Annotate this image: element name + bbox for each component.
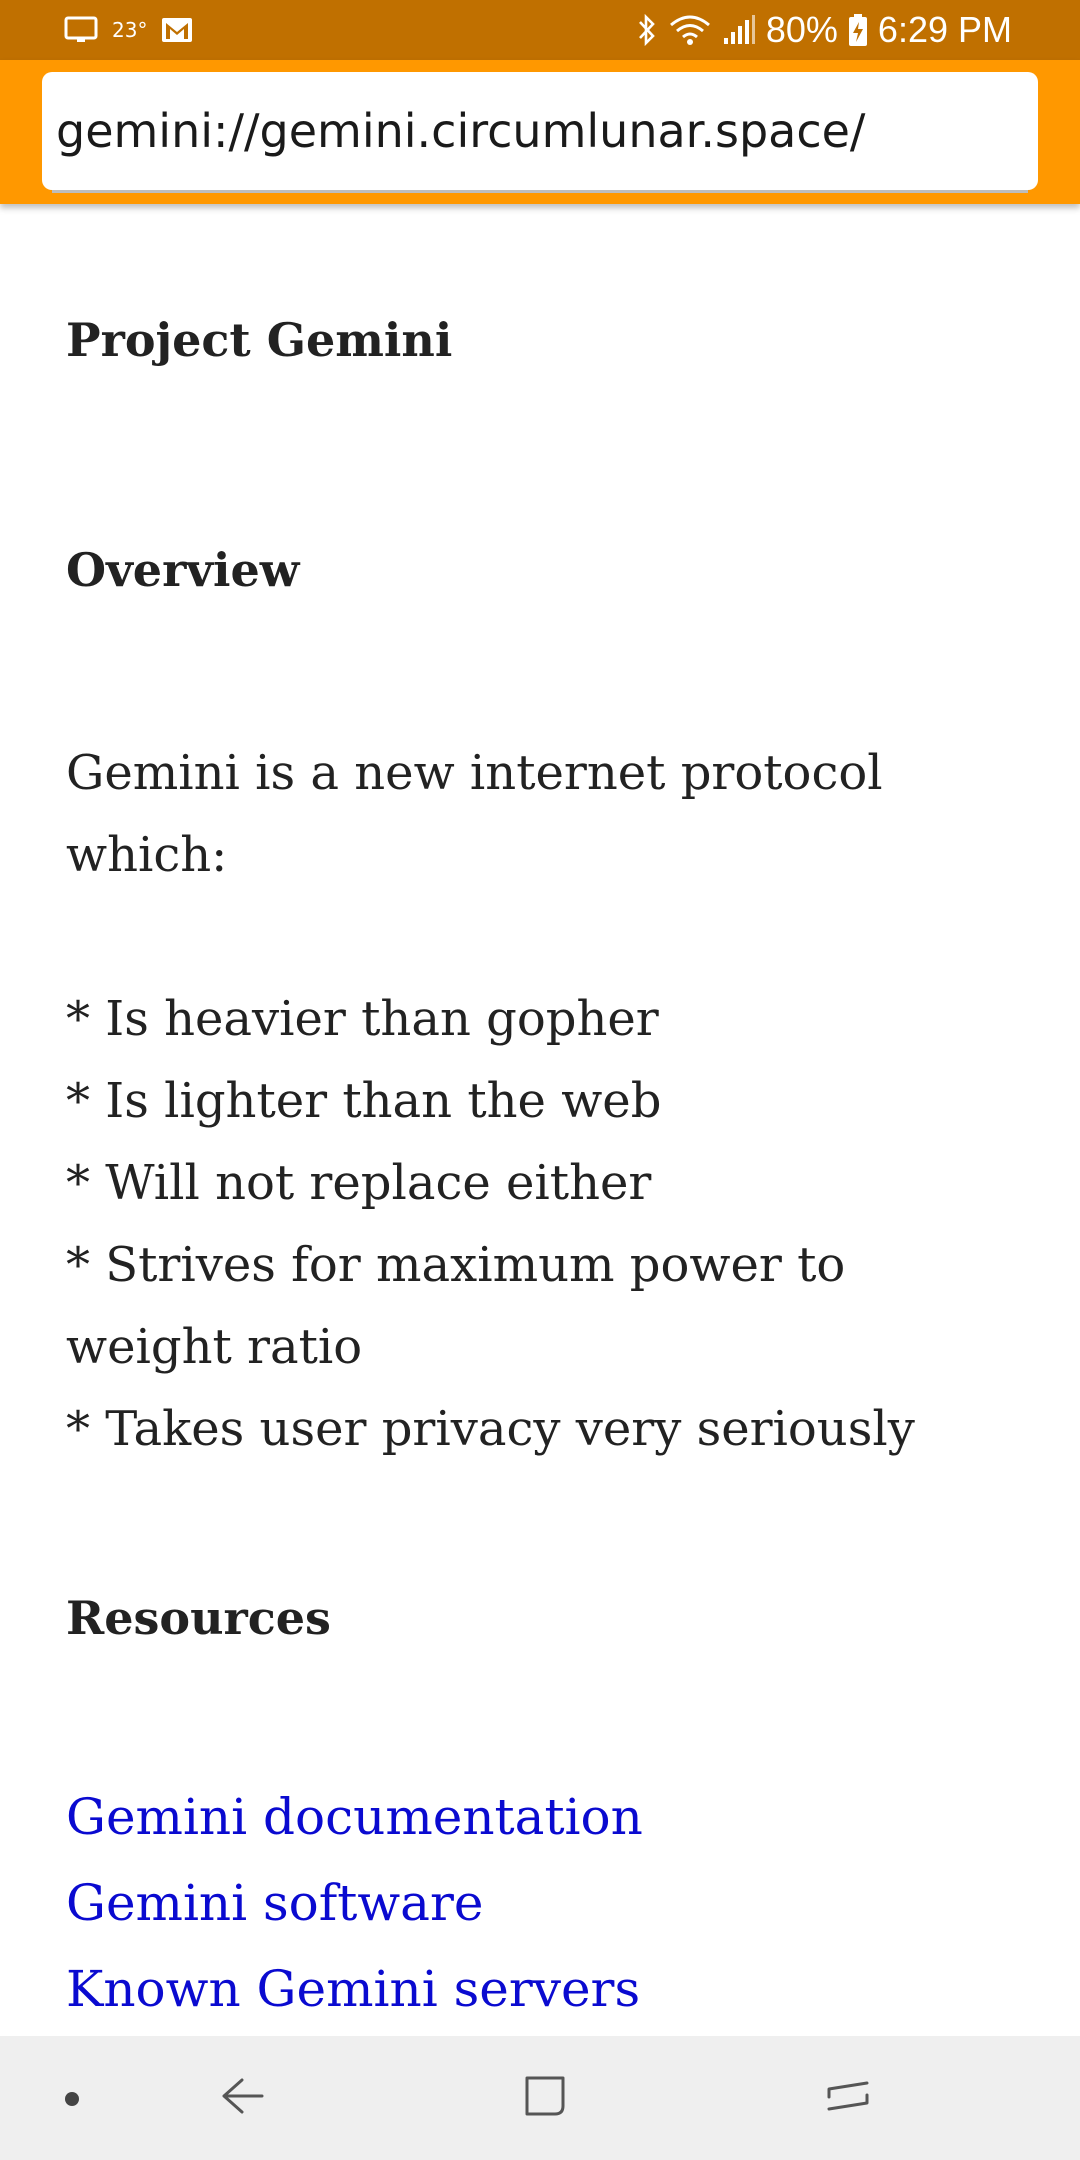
list-item: * Strives for maximum power to weight ra… (66, 1237, 846, 1375)
page-title: Project Gemini (66, 313, 453, 367)
bluetooth-icon (636, 13, 658, 47)
home-icon (523, 2074, 567, 2123)
list-item: * Is lighter than the web (66, 1073, 662, 1129)
intro-paragraph: Gemini is a new internet protocol which: (66, 745, 883, 883)
recents-icon (825, 2073, 871, 2124)
back-icon (220, 2076, 266, 2121)
status-bar-right: 80% 6:29 PM (636, 0, 1012, 60)
screen-icon (64, 16, 98, 44)
navigation-bar (0, 2036, 1080, 2160)
list-item: * Will not replace either (66, 1155, 652, 1211)
temperature-text: 23° (112, 18, 148, 42)
gmail-icon (161, 17, 193, 43)
recents-button[interactable] (808, 2058, 888, 2138)
list-item: * Is heavier than gopher (66, 991, 659, 1047)
list-item: * Takes user privacy very seriously (66, 1401, 915, 1457)
battery-charging-icon (848, 13, 868, 47)
link-gemini-documentation[interactable]: Gemini documentation (66, 1774, 643, 1860)
address-toolbar (0, 60, 1080, 204)
link-known-gemini-servers[interactable]: Known Gemini servers (66, 1946, 640, 2032)
overview-heading: Overview (66, 543, 300, 597)
status-bar-left: 23° (64, 0, 193, 60)
url-input-underline (52, 190, 1028, 193)
wifi-icon (668, 13, 712, 47)
battery-percentage: 80% (765, 9, 838, 50)
nav-dot-icon[interactable] (65, 2092, 79, 2106)
resources-heading: Resources (66, 1591, 331, 1645)
back-button[interactable] (203, 2058, 283, 2138)
clock: 6:29 PM (877, 9, 1012, 50)
home-button[interactable] (505, 2058, 585, 2138)
signal-icon (722, 14, 756, 46)
url-input[interactable] (42, 72, 1038, 190)
link-gemini-software[interactable]: Gemini software (66, 1860, 483, 1946)
status-bar: 23° 80% 6:29 PM (0, 0, 1080, 60)
